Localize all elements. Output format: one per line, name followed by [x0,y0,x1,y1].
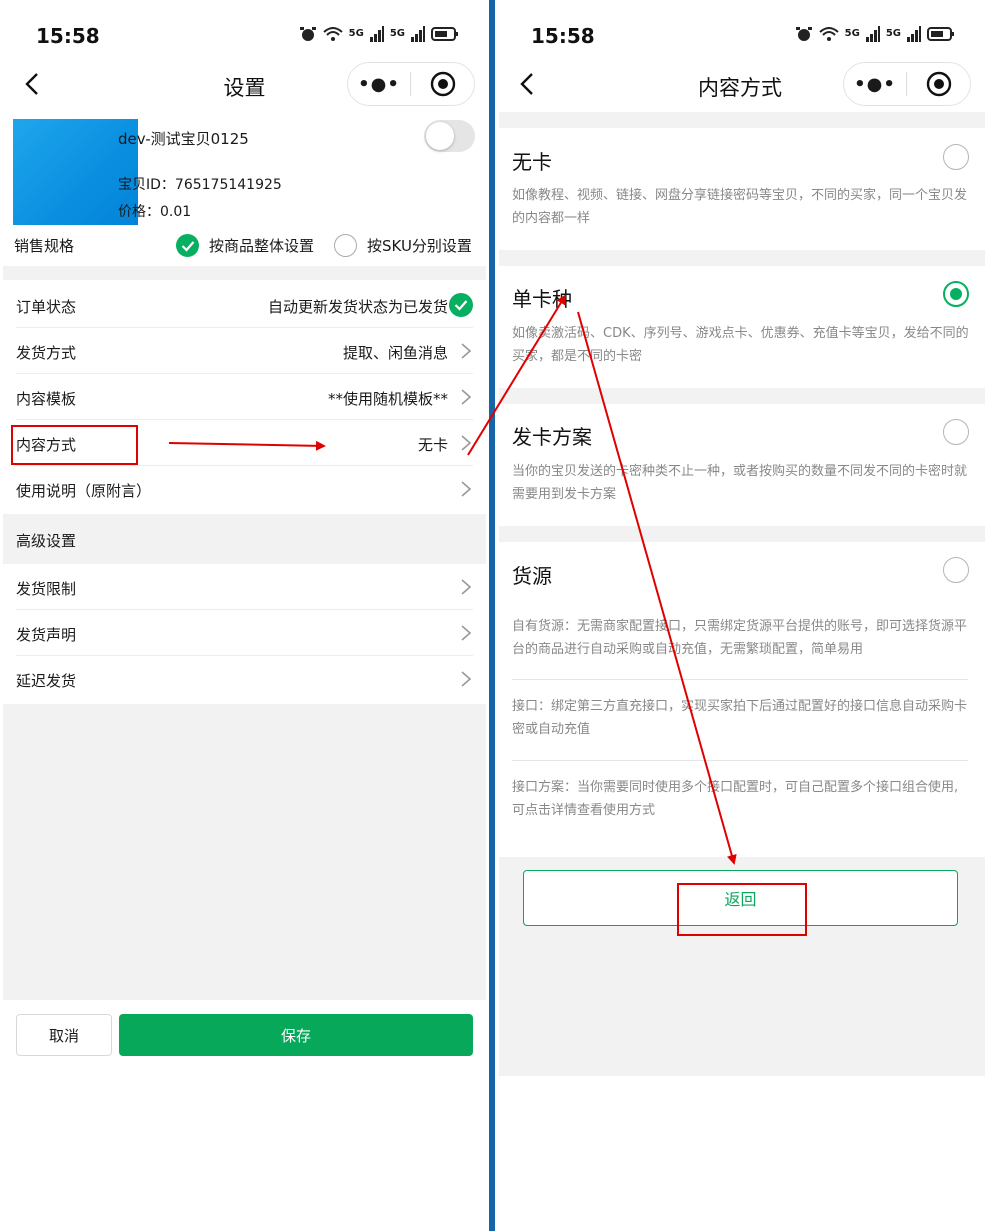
signal-icon [907,26,921,42]
chevron-right-icon [461,343,472,359]
more-menu-button[interactable]: •●• [844,74,906,95]
section-advanced-settings: 高级设置 [16,532,77,550]
signal-icon [369,26,384,42]
target-close-icon [430,71,455,97]
nav-bar: 设置 •●• [0,62,489,108]
row-ship-method[interactable]: 发货方式 提取、闲鱼消息 [3,328,486,374]
product-id: 宝贝ID：765175141925 [118,177,282,193]
alarm-icon [795,27,812,41]
row-ship-notice[interactable]: 发货声明 [3,610,486,656]
chevron-right-icon [461,671,472,687]
nav-bar: 内容方式 •●• [495,62,985,108]
option-single-card-desc: 如像卖激活码、CDK、序列号、游戏点卡、优惠券、充值卡等宝贝，发给不同的买家，都… [512,326,969,364]
unchecked-icon [334,234,357,257]
row-delayed-shipping[interactable]: 延迟发货 [3,656,486,702]
option-source-title: 货源 [512,564,552,588]
checked-icon [176,234,199,257]
network-label-1: 5G [844,28,860,39]
row-content-mode[interactable]: 内容方式 无卡 [3,420,486,466]
option-source-api-plan-desc: 接口方案：当你需要同时使用多个接口配置时，可自己配置多个接口组合使用,可点击详情… [512,780,959,818]
row-usage-notes[interactable]: 使用说明（原附言） [3,466,486,512]
signal-icon [865,26,880,42]
row-ship-limit[interactable]: 发货限制 [3,564,486,610]
option-single-card-title: 单卡种 [512,287,572,311]
settings-screen: 15:58 5G 5G 设置 •●• dev-测试宝贝0125 宝贝ID：765… [0,0,489,1231]
radio-single-card-selected[interactable] [943,281,969,307]
battery-icon [431,27,458,41]
chevron-right-icon [461,625,472,641]
mini-program-capsule: •●• [843,62,971,106]
spec-option-whole[interactable]: 按商品整体设置 [176,234,314,257]
chevron-right-icon [461,481,472,497]
spec-option-whole-label: 按商品整体设置 [209,237,315,255]
content-mode-screen: 15:58 5G 5G 内容方式 •●• 无卡 如像教程、视频、链接、网盘分享链… [495,0,985,1231]
radio-source[interactable] [943,557,969,583]
status-bar: 15:58 5G 5G [0,0,489,64]
battery-icon [927,27,954,41]
checked-icon [449,293,473,317]
option-source-own-desc: 自有货源：无需商家配置接口，只需绑定货源平台提供的账号，即可选择货源平台的商品进… [512,619,968,657]
option-no-card-desc: 如像教程、视频、链接、网盘分享链接密码等宝贝，不同的买家，同一个宝贝发的内容都一… [512,188,968,226]
chevron-right-icon [461,579,472,595]
listing-toggle[interactable] [424,120,475,152]
status-time: 15:58 [531,24,595,48]
cancel-button[interactable]: 取消 [16,1014,112,1056]
status-time: 15:58 [36,24,100,48]
mini-program-capsule: •●• [347,62,475,106]
target-close-icon [926,71,951,97]
chevron-right-icon [461,389,472,405]
network-label-2: 5G [389,28,405,39]
network-label-2: 5G [885,28,901,39]
wifi-icon [818,27,839,41]
wifi-icon [322,27,343,41]
product-name: dev-测试宝贝0125 [118,130,249,148]
option-card-plan-title: 发卡方案 [512,425,592,449]
row-order-status[interactable]: 订单状态 自动更新发货状态为已发货 [3,282,486,328]
radio-card-plan[interactable] [943,419,969,445]
return-button[interactable]: 返回 [523,870,958,926]
chevron-right-icon [461,435,472,451]
option-no-card-title: 无卡 [512,150,552,174]
spec-option-sku[interactable]: 按SKU分别设置 [334,234,472,257]
row-content-template[interactable]: 内容模板 **使用随机模板** [3,374,486,420]
signal-icon [411,26,425,42]
spec-option-sku-label: 按SKU分别设置 [367,237,472,255]
option-source-api-desc: 接口：绑定第三方直充接口，实现买家拍下后通过配置好的接口信息自动采购卡密或自动充… [512,699,968,737]
close-button[interactable] [411,71,474,97]
radio-no-card[interactable] [943,144,969,170]
option-card-plan-desc: 当你的宝贝发送的卡密种类不止一种，或者按购买的数量不同发不同的卡密时就需要用到发… [512,464,968,502]
spec-label: 销售规格 [14,237,75,255]
more-menu-button[interactable]: •●• [348,74,410,95]
status-bar: 15:58 5G 5G [495,0,985,64]
alarm-icon [299,27,316,41]
close-button[interactable] [907,71,970,97]
network-label-1: 5G [348,28,364,39]
product-price: 价格：0.01 [118,204,192,220]
save-button[interactable]: 保存 [119,1014,473,1056]
